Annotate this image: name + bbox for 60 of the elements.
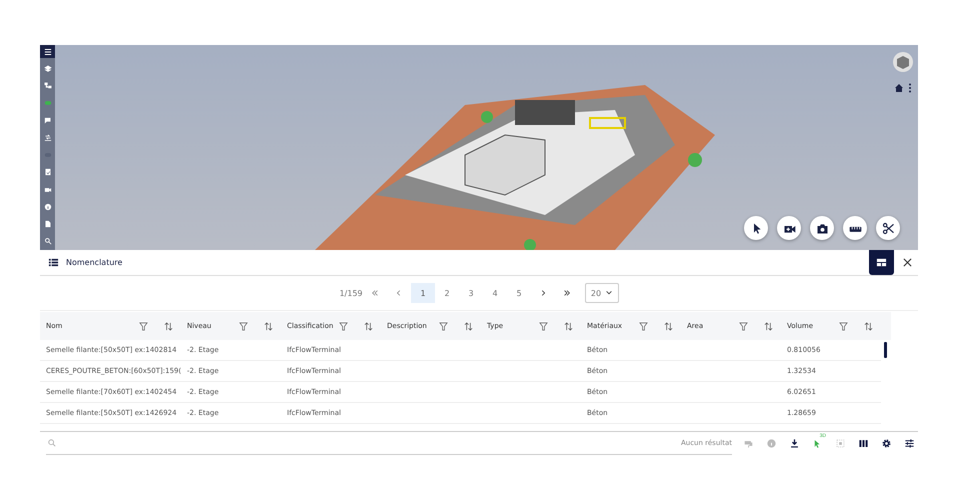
page-button[interactable]: 5 — [507, 283, 531, 303]
search-icon — [42, 236, 52, 246]
document-icon — [42, 219, 52, 230]
swap-icon — [42, 132, 52, 143]
paint-roller-icon — [743, 438, 754, 449]
filter-icon[interactable] — [239, 322, 248, 330]
chevron-left-icon — [395, 289, 403, 297]
caret-icon — [605, 289, 614, 297]
settings-icon — [881, 438, 892, 449]
more-icon[interactable] — [908, 83, 912, 93]
layers-icon — [42, 64, 52, 74]
download-icon — [789, 438, 800, 449]
search-icon — [48, 439, 56, 447]
filter-icon[interactable] — [539, 322, 548, 330]
sort-icon[interactable] — [664, 322, 673, 330]
sort-icon[interactable] — [364, 322, 373, 330]
info-icon — [42, 202, 52, 212]
sidebar-button[interactable] — [40, 45, 55, 58]
scrollbar-thumb[interactable] — [884, 342, 887, 358]
page-button[interactable]: 1 — [411, 283, 435, 303]
page-button[interactable]: 3 — [459, 283, 483, 303]
camera-button[interactable] — [810, 216, 834, 240]
double-chevron-left-icon — [371, 289, 379, 297]
menu-icon — [42, 46, 52, 57]
layout-icon — [876, 257, 887, 268]
list-icon — [48, 257, 59, 268]
filter-icon[interactable] — [739, 322, 748, 330]
panel-title: Nomenclature — [66, 258, 124, 267]
scissors-button[interactable] — [876, 216, 900, 240]
ruler-button[interactable] — [843, 216, 867, 240]
page-button[interactable]: 4 — [483, 283, 507, 303]
chevron-right-icon — [539, 289, 547, 297]
sort-icon[interactable] — [164, 322, 173, 330]
sliders-icon — [904, 438, 915, 449]
sort-icon[interactable] — [864, 322, 873, 330]
filter-icon[interactable] — [839, 322, 848, 330]
sort-icon[interactable] — [764, 322, 773, 330]
page-button[interactable]: 2 — [435, 283, 459, 303]
columns-icon — [858, 438, 869, 449]
filter-icon[interactable] — [639, 322, 648, 330]
filter-icon[interactable] — [139, 322, 148, 330]
sort-icon[interactable] — [264, 322, 273, 330]
comments-icon — [42, 116, 52, 126]
layout-button[interactable] — [869, 250, 894, 275]
close-icon — [902, 258, 912, 267]
filter-icon[interactable] — [339, 322, 348, 330]
view-cube-icon[interactable] — [892, 51, 914, 73]
page-size-select[interactable]: 20 — [585, 283, 619, 303]
video-button[interactable] — [777, 216, 801, 240]
info-icon — [766, 438, 777, 449]
double-chevron-right-icon — [563, 289, 571, 297]
sort-icon[interactable] — [464, 322, 473, 330]
pointer-button[interactable] — [744, 216, 768, 240]
sort-icon[interactable] — [564, 322, 573, 330]
clipboard-icon — [42, 167, 52, 178]
page-position: 1/159 — [339, 288, 363, 300]
filter-icon[interactable] — [439, 322, 448, 330]
home-icon[interactable] — [894, 83, 904, 93]
scissors-icon — [880, 220, 896, 236]
frame-icon — [835, 438, 846, 449]
